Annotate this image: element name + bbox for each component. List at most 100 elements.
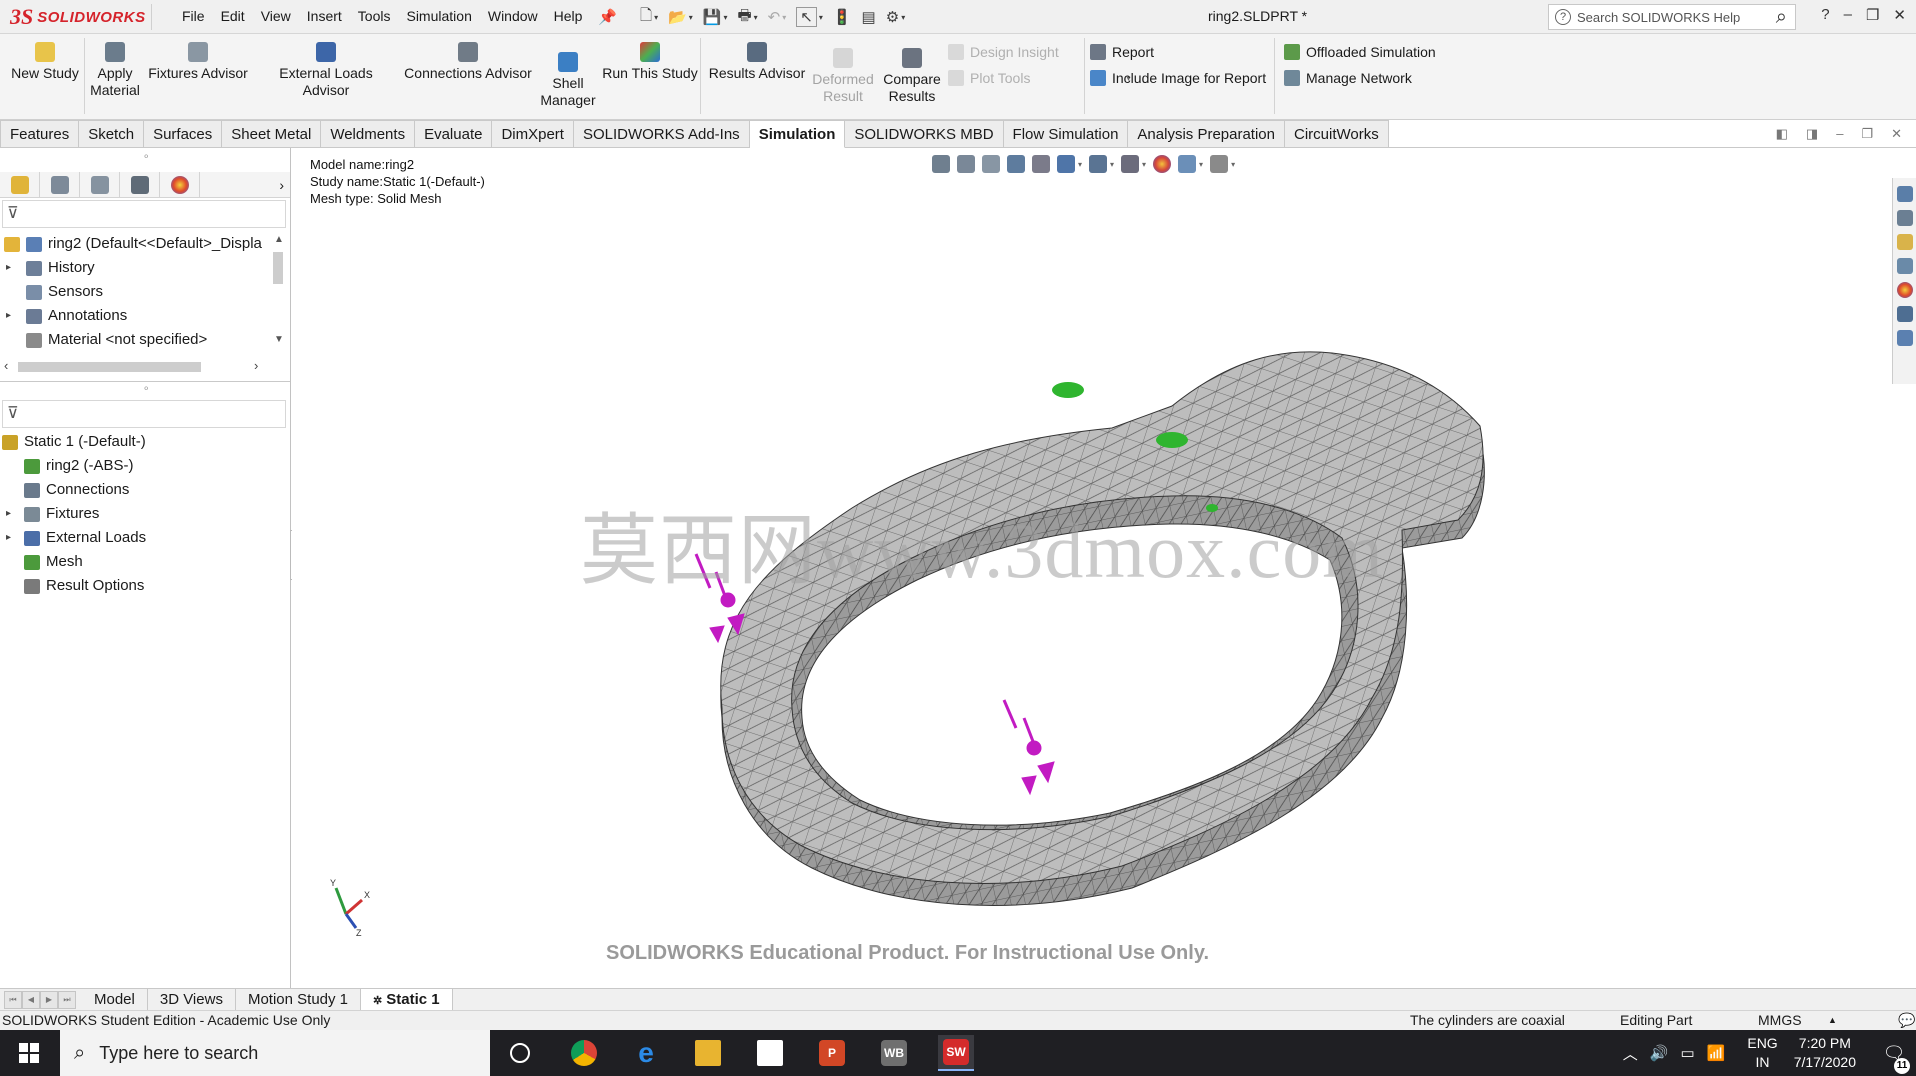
prev-tab-icon[interactable]: ◀ bbox=[22, 990, 40, 1009]
tile-right-icon[interactable]: ◨ bbox=[1806, 126, 1818, 142]
volume-icon[interactable]: 🔊 bbox=[1650, 1044, 1669, 1062]
view-palette-icon[interactable] bbox=[1896, 258, 1913, 274]
menu-edit[interactable]: Edit bbox=[221, 8, 245, 24]
zoom-to-fit-icon[interactable] bbox=[932, 155, 950, 173]
tab-static-1[interactable]: ✲ Static 1 bbox=[361, 988, 453, 1011]
connections-advisor-button[interactable]: Connections Advisor bbox=[402, 42, 534, 82]
include-image-button[interactable]: Include Image for Report bbox=[1090, 70, 1266, 86]
menu-insert[interactable]: Insert bbox=[307, 8, 342, 24]
tree-item-connections[interactable]: Connections bbox=[0, 478, 288, 502]
feature-tree-horizontal-scrollbar[interactable]: ‹ › bbox=[0, 358, 270, 376]
scroll-thumb[interactable] bbox=[273, 252, 283, 284]
tab-solidworks-mbd[interactable]: SOLIDWORKS MBD bbox=[845, 120, 1004, 148]
tree-item-static-1[interactable]: Static 1 (-Default-) bbox=[0, 430, 288, 454]
forum-icon[interactable] bbox=[1896, 330, 1913, 346]
select-dropdown-icon[interactable]: ▾ bbox=[819, 13, 823, 22]
menu-view[interactable]: View bbox=[261, 8, 291, 24]
tab-analysis-preparation[interactable]: Analysis Preparation bbox=[1128, 120, 1285, 148]
taskbar-app-file-explorer[interactable] bbox=[690, 1035, 726, 1071]
options-gear-icon[interactable]: ⚙ bbox=[886, 8, 899, 26]
scroll-thumb[interactable] bbox=[18, 362, 201, 372]
clock[interactable]: 7:20 PM 7/17/2020 bbox=[1794, 1034, 1856, 1072]
section-view-icon[interactable] bbox=[1007, 155, 1025, 173]
next-tab-icon[interactable]: ▶ bbox=[40, 990, 58, 1009]
taskbar-app-workbench[interactable]: WB bbox=[876, 1035, 912, 1071]
dynamic-annotation-icon[interactable] bbox=[1032, 155, 1050, 173]
manage-network-button[interactable]: Manage Network bbox=[1284, 70, 1412, 86]
help-button[interactable]: ? bbox=[1821, 6, 1829, 24]
solidworks-logo[interactable]: 3S SOLIDWORKS bbox=[10, 4, 152, 30]
tab-model[interactable]: Model bbox=[82, 988, 148, 1011]
windows-start-button[interactable] bbox=[0, 1030, 58, 1076]
menu-window[interactable]: Window bbox=[488, 8, 538, 24]
taskbar-app-chrome[interactable] bbox=[566, 1035, 602, 1071]
first-tab-icon[interactable]: ⏮ bbox=[4, 990, 22, 1009]
design-insight-button[interactable]: Design Insight bbox=[948, 44, 1059, 60]
doc-close-icon[interactable]: ✕ bbox=[1891, 126, 1902, 142]
tab-evaluate[interactable]: Evaluate bbox=[415, 120, 493, 148]
input-language[interactable]: ENG IN bbox=[1747, 1034, 1777, 1072]
taskbar-app-powerpoint[interactable]: P bbox=[814, 1035, 850, 1071]
undo-dropdown-icon[interactable]: ▾ bbox=[782, 13, 786, 22]
tab-dimxpert[interactable]: DimXpert bbox=[492, 120, 574, 148]
design-library-icon[interactable] bbox=[1896, 210, 1913, 226]
tree-item-external-loads[interactable]: ▸ External Loads bbox=[0, 526, 288, 550]
propertymanager-tab[interactable] bbox=[40, 171, 80, 198]
pin-menu-icon[interactable]: 📌 bbox=[598, 6, 617, 28]
hide-show-dropdown-icon[interactable]: ▾ bbox=[1142, 160, 1146, 169]
rebuild-traffic-light-icon[interactable]: 🚦 bbox=[833, 8, 852, 26]
taskbar-app-solidworks[interactable]: SW bbox=[938, 1035, 974, 1071]
more-tabs-button[interactable]: › bbox=[200, 172, 290, 198]
expand-arrow-icon[interactable]: ▸ bbox=[6, 502, 11, 526]
display-style-dropdown-icon[interactable]: ▾ bbox=[1110, 160, 1114, 169]
tree-item-fixtures[interactable]: ▸ Fixtures bbox=[0, 502, 288, 526]
taskbar-app-edge[interactable]: e bbox=[628, 1035, 664, 1071]
deformed-result-button[interactable]: Deformed Result bbox=[808, 48, 878, 105]
tile-left-icon[interactable]: ◧ bbox=[1776, 126, 1788, 142]
tab-3d-views[interactable]: 3D Views bbox=[148, 988, 236, 1011]
zoom-to-area-icon[interactable] bbox=[957, 155, 975, 173]
menu-tools[interactable]: Tools bbox=[358, 8, 391, 24]
view-orientation-icon[interactable] bbox=[1057, 155, 1075, 173]
offloaded-simulation-button[interactable]: Offloaded Simulation bbox=[1284, 44, 1436, 60]
search-icon[interactable]: ⌕ bbox=[1776, 6, 1787, 29]
tree-item-ring2[interactable]: ring2 (Default<<Default>_Displa bbox=[0, 232, 270, 256]
graphics-area[interactable]: Model name:ring2 Study name:Static 1(-De… bbox=[292, 148, 1892, 988]
expand-arrow-icon[interactable]: ▸ bbox=[6, 256, 11, 280]
panel-grip-icon[interactable]: ⚬ bbox=[142, 384, 150, 395]
unit-system-dropdown-icon[interactable]: ▲ bbox=[1828, 1015, 1837, 1025]
close-icon[interactable]: ✕ bbox=[1893, 6, 1906, 24]
panel-split-divider[interactable] bbox=[0, 381, 290, 382]
open-document-icon[interactable]: 📂 bbox=[668, 8, 687, 26]
wifi-icon[interactable]: 📶 bbox=[1707, 1044, 1726, 1062]
view-orientation-dropdown-icon[interactable]: ▾ bbox=[1078, 160, 1082, 169]
tab-surfaces[interactable]: Surfaces bbox=[144, 120, 223, 148]
tab-simulation[interactable]: Simulation bbox=[749, 120, 846, 148]
display-style-icon[interactable] bbox=[1089, 155, 1108, 173]
save-icon[interactable]: 💾 bbox=[703, 8, 722, 26]
report-button[interactable]: Report bbox=[1090, 44, 1154, 60]
compare-results-button[interactable]: Compare Results bbox=[880, 48, 944, 105]
tree-item-sensors[interactable]: Sensors bbox=[0, 280, 270, 304]
results-advisor-button[interactable]: Results Advisor bbox=[704, 42, 810, 82]
tab-flow-simulation[interactable]: Flow Simulation bbox=[1003, 120, 1129, 148]
tree-item-annotations[interactable]: ▸ Annotations bbox=[0, 304, 270, 328]
scroll-left-icon[interactable]: ‹ bbox=[4, 358, 8, 373]
tab-sketch[interactable]: Sketch bbox=[79, 120, 145, 148]
tree-item-material[interactable]: Material <not specified> bbox=[0, 328, 270, 350]
tab-features[interactable]: Features bbox=[0, 120, 80, 148]
doc-minimize-icon[interactable]: – bbox=[1836, 126, 1843, 142]
tab-sheet-metal[interactable]: Sheet Metal bbox=[222, 120, 322, 148]
previous-view-icon[interactable] bbox=[982, 155, 1000, 173]
run-this-study-button[interactable]: Run This Study bbox=[602, 42, 698, 82]
file-explorer-icon[interactable] bbox=[1896, 234, 1913, 250]
select-cursor-icon[interactable]: ↖ bbox=[796, 7, 817, 27]
scroll-up-icon[interactable]: ▲ bbox=[274, 234, 284, 245]
panel-grip-icon[interactable]: ⚬ bbox=[142, 152, 150, 163]
featuremanager-tab[interactable] bbox=[0, 171, 40, 198]
tree-item-result-options[interactable]: Result Options bbox=[0, 574, 288, 598]
scroll-right-icon[interactable]: › bbox=[254, 358, 258, 373]
feature-filter-input[interactable]: ⊽ bbox=[2, 200, 286, 228]
action-center-button[interactable]: 🗨 11 bbox=[1872, 1043, 1916, 1074]
solidworks-resources-icon[interactable] bbox=[1896, 186, 1913, 202]
